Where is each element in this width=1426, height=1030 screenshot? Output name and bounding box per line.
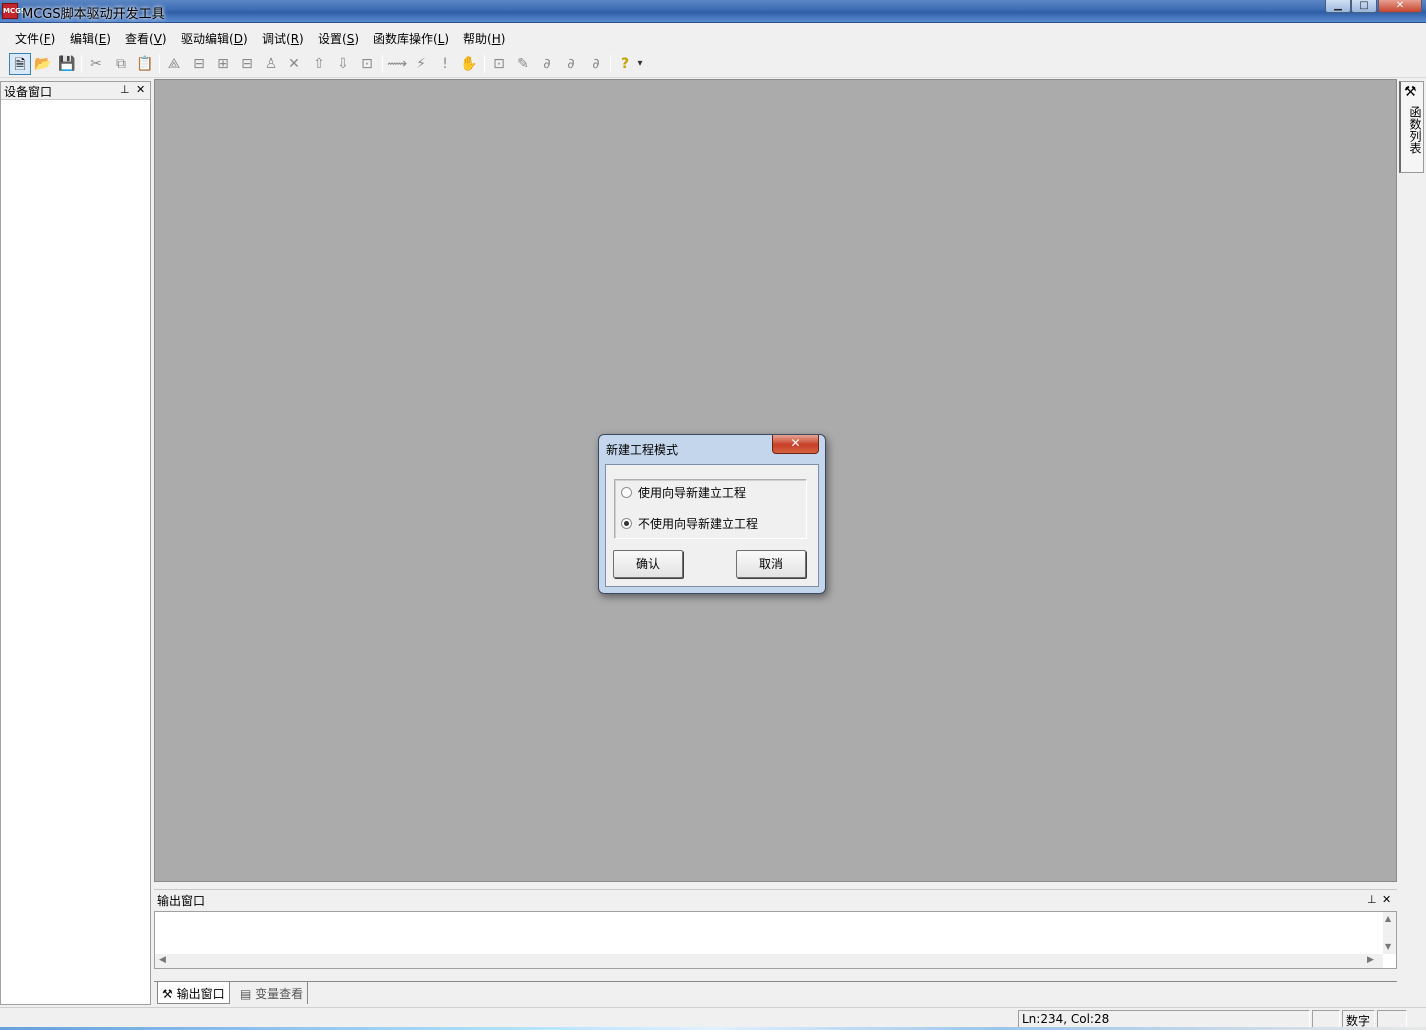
maximize-button[interactable]: □	[1351, 0, 1377, 13]
user-icon[interactable]: ♙	[260, 53, 282, 75]
toolbar-separator	[81, 55, 82, 73]
toolbar-dropdown-icon[interactable]: ▾	[634, 53, 646, 75]
menu-driver-edit[interactable]: 驱动编辑(D)	[181, 30, 248, 47]
move-down-icon[interactable]: ⇩	[332, 53, 354, 75]
num-lock-indicator: 数字	[1342, 1010, 1375, 1028]
function-icon[interactable]: ∂	[536, 53, 558, 75]
window-title: MCGS脚本驱动开发工具	[22, 7, 165, 22]
tools-icon: ⚒	[162, 987, 173, 1001]
tab-label: 变量查看	[255, 987, 304, 1001]
function-list-label: 函数列表	[1408, 106, 1422, 154]
ok-button[interactable]: 确认	[613, 550, 683, 578]
hand-icon[interactable]: ✋	[458, 53, 480, 75]
pin-icon[interactable]: ⊥	[1367, 893, 1377, 906]
compile-icon[interactable]: ⟿	[386, 53, 408, 75]
open-folder-icon[interactable]: 📂	[32, 53, 54, 75]
new-project-dialog: 新建工程模式 ✕ 使用向导新建立工程 不使用向导新建立工程 确认 取消	[598, 434, 826, 594]
paste-icon[interactable]: 📋	[134, 53, 156, 75]
cursor-position: Ln:234, Col:28	[1018, 1010, 1310, 1028]
scroll-right-icon[interactable]: ▶	[1367, 955, 1374, 965]
device-window-panel: 设备窗口 ⊥ ✕	[0, 81, 151, 1005]
scroll-down-icon[interactable]: ▼	[1385, 942, 1391, 951]
output-window-title: 输出窗口	[157, 894, 206, 908]
radio-button[interactable]	[621, 518, 632, 529]
toolbar-separator	[159, 55, 160, 73]
menu-help[interactable]: 帮助(H)	[463, 30, 505, 47]
properties-icon[interactable]: ⊡	[356, 53, 378, 75]
menu-library[interactable]: 函数库操作(L)	[373, 30, 449, 47]
function-in-icon[interactable]: ∂	[560, 53, 582, 75]
close-icon[interactable]: ✕	[136, 83, 145, 96]
scroll-left-icon[interactable]: ◀	[159, 955, 166, 965]
vertical-scrollbar[interactable]: ▲ ▼	[1383, 912, 1396, 954]
title-bar: MCGS MCGS脚本驱动开发工具 ▁ □ ✕	[0, 0, 1426, 23]
device-window-title: 设备窗口	[4, 85, 53, 99]
dialog-body: 使用向导新建立工程 不使用向导新建立工程 确认 取消	[605, 464, 819, 587]
radio-label: 使用向导新建立工程	[638, 486, 747, 500]
device-add-icon[interactable]: ⟁	[163, 53, 185, 75]
menu-view[interactable]: 查看(V)	[125, 30, 167, 47]
list-icon: ▤	[240, 987, 252, 1001]
output-text-area[interactable]: ▲ ▼ ◀ ▶	[154, 911, 1397, 969]
radio-button[interactable]	[621, 487, 632, 498]
close-button[interactable]: ✕	[1378, 0, 1422, 13]
new-file-icon[interactable]: 🗎	[9, 53, 31, 75]
delete-icon[interactable]: ✕	[283, 53, 305, 75]
tab-variable-view[interactable]: ▤ 变量查看	[236, 982, 309, 1004]
output-window-panel: 输出窗口 ⊥ ✕ ▲ ▼ ◀ ▶ ⚒ 输出窗口 ▤ 变量查看	[154, 889, 1397, 1005]
cancel-button[interactable]: 取消	[736, 550, 806, 578]
status-cell-empty	[1312, 1010, 1340, 1028]
horizontal-scrollbar[interactable]: ◀ ▶	[155, 954, 1383, 968]
edit-script-icon[interactable]: ✎	[512, 53, 534, 75]
radio-label: 不使用向导新建立工程	[638, 517, 759, 531]
channel-edit-icon[interactable]: ⊟	[236, 53, 258, 75]
exclamation-icon[interactable]: !	[434, 53, 456, 75]
dialog-close-button[interactable]: ✕	[772, 435, 819, 454]
menu-debug[interactable]: 调试(R)	[262, 30, 304, 47]
cut-icon[interactable]: ✂	[85, 53, 107, 75]
tab-output-window[interactable]: ⚒ 输出窗口	[157, 982, 230, 1004]
toolbar-separator	[610, 55, 611, 73]
minimize-button[interactable]: ▁	[1325, 0, 1351, 13]
toolbar-separator	[382, 55, 383, 73]
toolbar-separator	[484, 55, 485, 73]
device-window-header: 设备窗口 ⊥ ✕	[1, 82, 150, 100]
device-edit-icon[interactable]: ⊟	[188, 53, 210, 75]
function-out-icon[interactable]: ∂	[585, 53, 607, 75]
function-list-tab[interactable]: ⚒ 函数列表	[1399, 81, 1424, 173]
toolbar: 🗎 📂 💾 ✂ ⧉ 📋 ⟁ ⊟ ⊞ ⊟ ♙ ✕ ⇧ ⇩ ⊡ ⟿ ⚡ ! ✋ ⊡ …	[0, 50, 1426, 78]
save-icon[interactable]: 💾	[56, 53, 78, 75]
help-icon[interactable]: ?	[614, 53, 636, 75]
app-icon: MCGS	[2, 3, 26, 19]
copy-icon[interactable]: ⧉	[110, 53, 132, 75]
tab-label: 输出窗口	[176, 987, 225, 1001]
menu-bar: 文件(F) 编辑(E) 查看(V) 驱动编辑(D) 调试(R) 设置(S) 函数…	[0, 24, 1426, 50]
mode-radio-group: 使用向导新建立工程 不使用向导新建立工程	[614, 479, 807, 539]
status-cell-empty	[1377, 1010, 1407, 1028]
move-up-icon[interactable]: ⇧	[308, 53, 330, 75]
output-tabs: ⚒ 输出窗口 ▤ 变量查看	[154, 981, 1397, 1005]
scroll-up-icon[interactable]: ▲	[1385, 914, 1391, 923]
import-icon[interactable]: ⊡	[488, 53, 510, 75]
channel-add-icon[interactable]: ⊞	[212, 53, 234, 75]
menu-edit[interactable]: 编辑(E)	[70, 30, 111, 47]
menu-file[interactable]: 文件(F)	[15, 30, 55, 47]
menu-settings[interactable]: 设置(S)	[318, 30, 359, 47]
output-window-header: 输出窗口 ⊥ ✕	[154, 889, 1397, 909]
run-icon[interactable]: ⚡	[410, 53, 432, 75]
tools-icon: ⚒	[1404, 84, 1417, 100]
pin-icon[interactable]: ⊥	[120, 83, 130, 96]
dialog-title: 新建工程模式	[606, 443, 679, 457]
right-dock-strip	[1397, 79, 1426, 882]
close-icon[interactable]: ✕	[1382, 893, 1391, 906]
